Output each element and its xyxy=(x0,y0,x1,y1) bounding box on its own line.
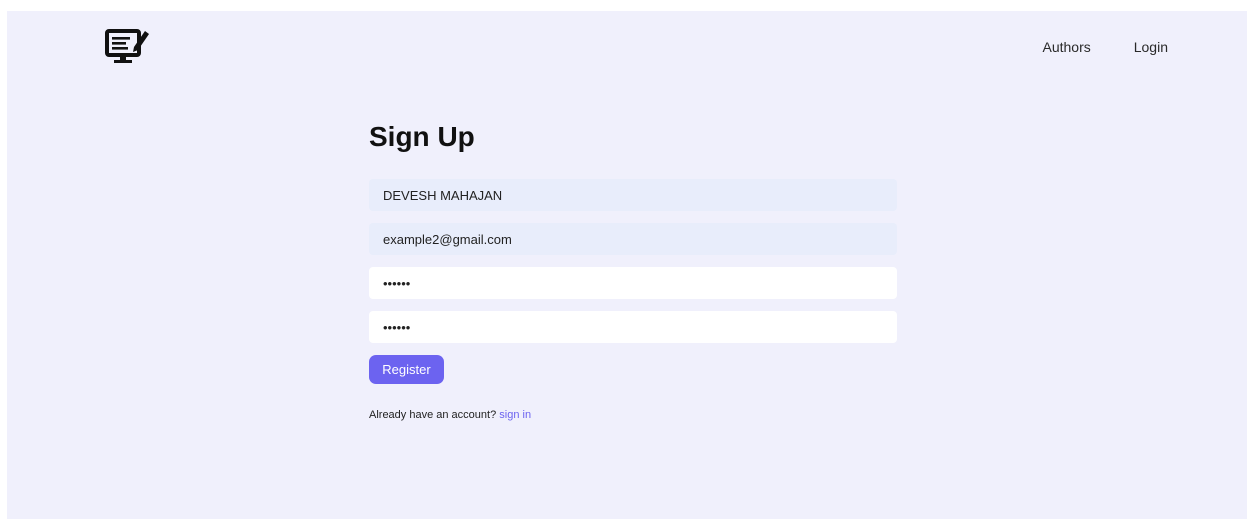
signin-link[interactable]: sign in xyxy=(499,409,531,421)
signin-row: Already have an account? sign in xyxy=(369,409,897,421)
signin-prompt: Already have an account? xyxy=(369,409,497,421)
name-field[interactable] xyxy=(369,179,897,211)
signup-form: Sign Up Register Already have an account… xyxy=(369,121,897,421)
navbar: Authors Login xyxy=(7,11,1247,73)
nav-authors-link[interactable]: Authors xyxy=(1042,39,1090,55)
page-frame: Authors Login Sign Up Register Already h… xyxy=(7,11,1247,519)
nav-links: Authors Login xyxy=(1042,39,1168,55)
password-field[interactable] xyxy=(369,267,897,299)
register-button[interactable]: Register xyxy=(369,355,444,384)
email-field[interactable] xyxy=(369,223,897,255)
confirm-password-field[interactable] xyxy=(369,311,897,343)
monitor-with-pen-icon[interactable] xyxy=(104,27,150,67)
nav-login-link[interactable]: Login xyxy=(1134,39,1168,55)
page-title: Sign Up xyxy=(369,121,475,152)
